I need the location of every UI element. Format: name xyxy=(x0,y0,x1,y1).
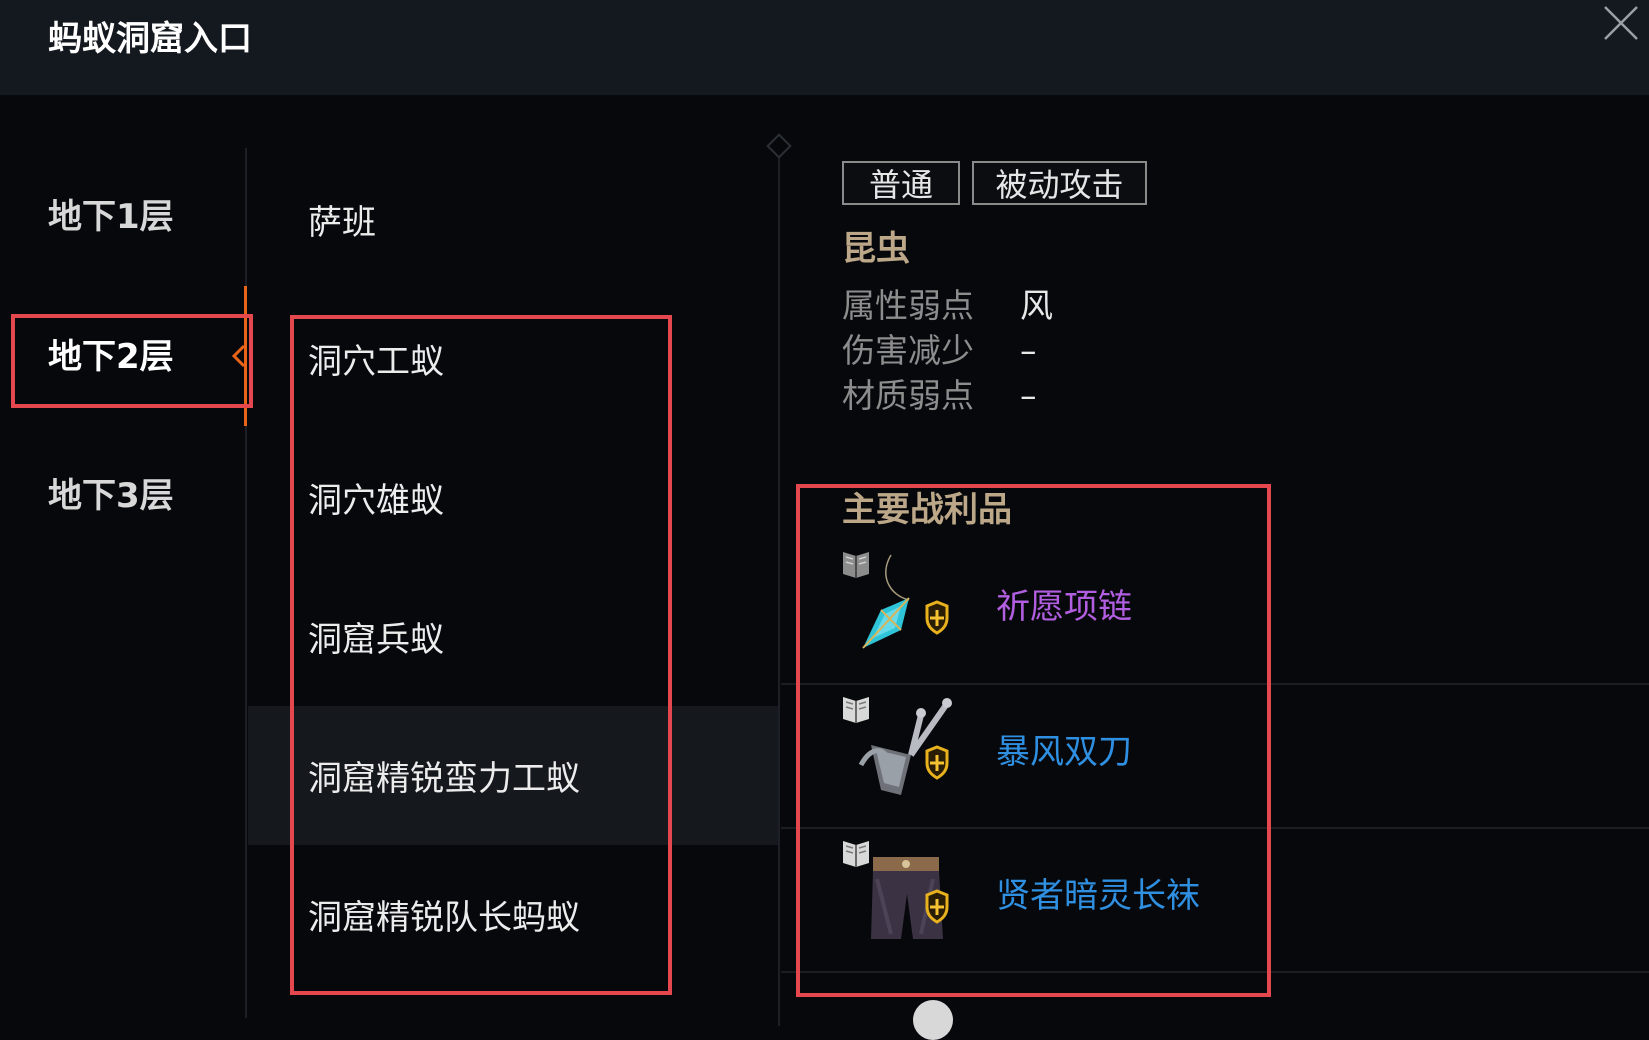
attr-row-element-weakness: 属性弱点 风 xyxy=(842,283,1053,329)
necklace-icon xyxy=(862,554,949,649)
monster-race: 昆虫 xyxy=(842,229,910,269)
attr-row-damage-reduction: 伤害减少 – xyxy=(842,328,1037,374)
loot-name: 暴风双刀 xyxy=(996,732,1132,772)
twin-blades-icon xyxy=(858,698,952,795)
monster-item[interactable]: 洞窟兵蚁 xyxy=(248,567,778,706)
attr-value: – xyxy=(1020,331,1037,370)
floor-item-b3[interactable]: 地下3层 xyxy=(48,473,174,519)
loot-separator xyxy=(781,971,1649,973)
monster-item-selected[interactable]: 洞窟精锐蛮力工蚁 xyxy=(248,706,778,845)
tag-normal: 普通 xyxy=(842,161,960,205)
pants-icon xyxy=(871,857,949,939)
monster-name: 洞穴雄蚁 xyxy=(308,481,444,521)
monster-name: 洞穴工蚁 xyxy=(308,342,444,382)
monster-name: 洞窟兵蚁 xyxy=(308,620,444,660)
loot-section-title: 主要战利品 xyxy=(842,490,1012,530)
loot-name: 贤者暗灵长袜 xyxy=(996,876,1200,916)
close-button[interactable] xyxy=(1600,2,1642,44)
floor-item-b1[interactable]: 地下1层 xyxy=(48,194,174,240)
attr-label: 材质弱点 xyxy=(842,376,974,415)
loot-item[interactable]: 暴风双刀 xyxy=(781,685,1649,828)
loot-name: 祈愿项链 xyxy=(996,587,1132,627)
attr-label: 伤害减少 xyxy=(842,331,974,370)
monster-item[interactable]: 洞窟精锐队长蚂蚁 xyxy=(248,845,778,984)
monster-name: 洞窟精锐蛮力工蚁 xyxy=(308,759,580,799)
partial-item-icon xyxy=(913,1000,953,1040)
chevron-left-icon xyxy=(231,344,246,368)
attr-value: 风 xyxy=(1020,286,1053,325)
monster-item[interactable]: 洞穴工蚁 xyxy=(248,289,778,428)
attr-value: – xyxy=(1020,376,1037,415)
loot-item[interactable]: 贤者暗灵长袜 xyxy=(781,829,1649,972)
attr-label: 属性弱点 xyxy=(842,286,974,325)
monster-name: 萨班 xyxy=(308,203,376,243)
attr-row-material-weakness: 材质弱点 – xyxy=(842,373,1037,419)
floor-column-divider xyxy=(245,148,247,1018)
tag-passive-attack: 被动攻击 xyxy=(972,161,1147,205)
monster-item[interactable]: 洞穴雄蚁 xyxy=(248,428,778,567)
window-title: 蚂蚁洞窟入口 xyxy=(48,19,252,59)
title-bar: 蚂蚁洞窟入口 xyxy=(0,0,1649,95)
monster-name: 洞窟精锐队长蚂蚁 xyxy=(308,898,580,938)
loot-item[interactable]: 祈愿项链 xyxy=(781,540,1649,683)
close-icon xyxy=(1604,6,1638,40)
detail-column-divider xyxy=(778,146,780,1026)
floor-item-b2[interactable]: 地下2层 xyxy=(48,334,174,380)
monster-item[interactable]: 萨班 xyxy=(248,150,778,289)
